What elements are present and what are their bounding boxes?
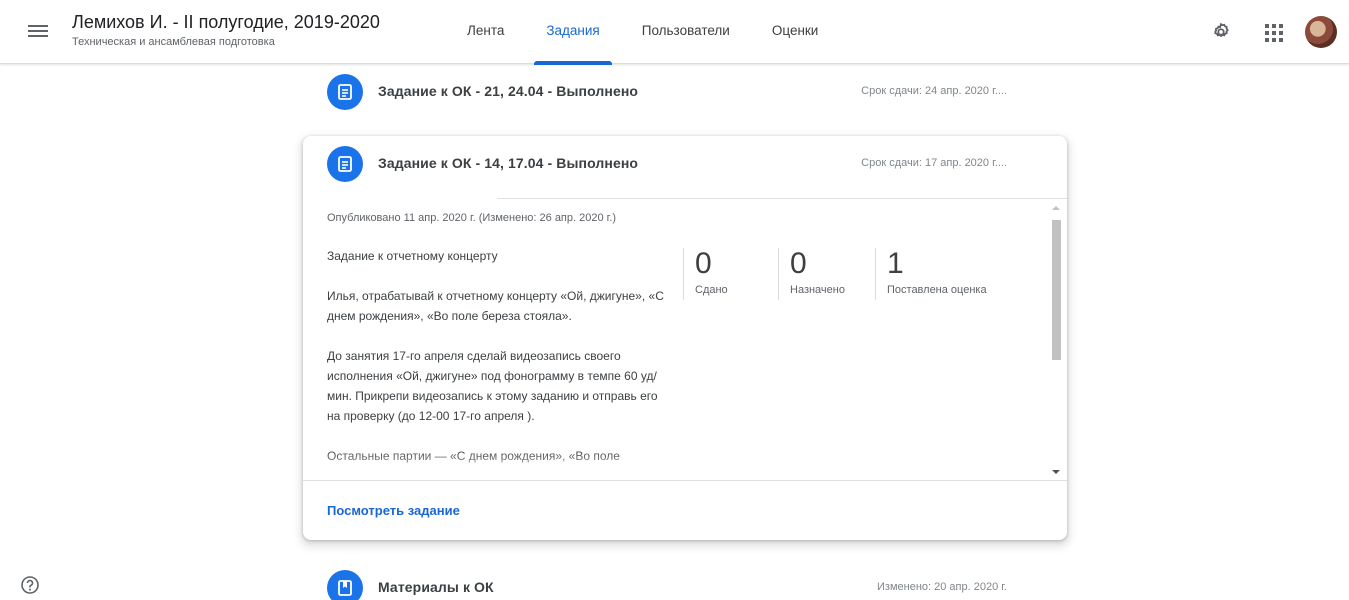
avatar[interactable] <box>1305 16 1337 48</box>
gear-icon[interactable] <box>1210 21 1232 43</box>
tab-bar: Лента Задания Пользователи Оценки <box>455 0 848 65</box>
scroll-thumb[interactable] <box>1052 220 1061 360</box>
due-date: Срок сдачи: 24 апр. 2020 г.... <box>861 85 1007 97</box>
view-assignment-link[interactable]: Посмотреть задание <box>327 503 460 518</box>
tab-grades[interactable]: Оценки <box>760 0 831 64</box>
apps-icon[interactable] <box>1263 22 1283 42</box>
divider <box>303 480 1067 481</box>
submission-stats: 0 Сдано 0 Назначено 1 Поставлена оценка <box>683 248 1015 300</box>
due-date: Срок сдачи: 17 апр. 2020 г.... <box>861 157 1007 169</box>
class-title[interactable]: Лемихов И. - II полугодие, 2019-2020 <box>72 12 380 33</box>
assignment-description: Задание к отчетному концерту Илья, отраб… <box>327 246 671 480</box>
stream-item-assignment[interactable]: Задание к ОК - 21, 24.04 - Выполнено Сро… <box>303 64 1067 120</box>
scrollbar[interactable] <box>1049 206 1063 474</box>
material-icon <box>327 570 363 600</box>
tab-classwork[interactable]: Задания <box>534 0 613 65</box>
class-subtitle: Техническая и ансамблевая подготовка <box>72 36 275 48</box>
description-paragraph: Илья, отрабатывай к отчетному концерту «… <box>327 289 664 323</box>
assignment-title: Задание к ОК - 21, 24.04 - Выполнено <box>378 83 639 99</box>
stat-graded[interactable]: 1 Поставлена оценка <box>875 248 1015 300</box>
expanded-assignment-card: Задание к ОК - 14, 17.04 - Выполнено Сро… <box>303 136 1067 540</box>
menu-icon[interactable] <box>28 22 48 42</box>
stat-assigned[interactable]: 0 Назначено <box>778 248 875 300</box>
stat-value: 0 <box>695 247 712 280</box>
assignment-details[interactable]: Опубликовано 11 апр. 2020 г. (Изменено: … <box>303 198 1067 480</box>
published-date: Опубликовано 11 апр. 2020 г. (Изменено: … <box>327 212 617 224</box>
material-title: Материалы к ОК <box>378 579 494 595</box>
assignment-icon <box>327 146 363 182</box>
assignment-title: Задание к ОК - 14, 17.04 - Выполнено <box>378 155 639 171</box>
expanded-assignment-header[interactable]: Задание к ОК - 14, 17.04 - Выполнено Сро… <box>303 136 1067 192</box>
stat-label: Назначено <box>790 284 845 296</box>
stat-label: Поставлена оценка <box>887 284 987 296</box>
tab-people[interactable]: Пользователи <box>630 0 742 64</box>
tab-stream[interactable]: Лента <box>455 0 516 64</box>
assignment-icon <box>327 74 363 110</box>
stream-item-material[interactable]: Материалы к ОК Изменено: 20 апр. 2020 г. <box>303 560 1067 600</box>
help-icon[interactable] <box>20 575 40 595</box>
content-fade <box>303 450 1043 480</box>
stat-turned-in[interactable]: 0 Сдано <box>683 248 778 300</box>
stat-label: Сдано <box>695 284 728 296</box>
stat-value: 1 <box>887 247 904 280</box>
scroll-down-arrow[interactable] <box>1052 470 1060 474</box>
edited-date: Изменено: 20 апр. 2020 г. <box>877 581 1007 593</box>
description-paragraph: Задание к отчетному концерту <box>327 249 498 263</box>
top-app-bar: Лемихов И. - II полугодие, 2019-2020 Тех… <box>0 0 1349 65</box>
stat-value: 0 <box>790 247 807 280</box>
scroll-up-arrow[interactable] <box>1052 206 1060 210</box>
description-paragraph: До занятия 17-го апреля сделай видеозапи… <box>327 349 658 423</box>
